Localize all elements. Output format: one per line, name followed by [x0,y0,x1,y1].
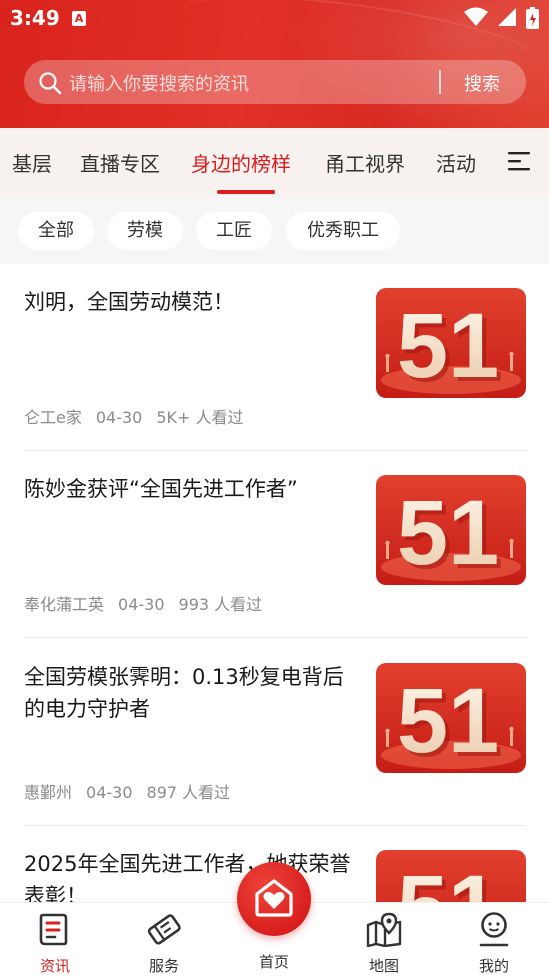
article-meta: 奉化蒲工英 04-30 993 人看过 [24,591,276,615]
tab-vision[interactable]: 甬工视界 [325,148,405,177]
article-date: 04-30 [95,408,143,427]
poster-51-image: 5151 [376,850,526,904]
article-thumbnail: 5151 [376,663,526,773]
category-tabs: 基层 直播专区 身边的榜样 甬工视界 活动 [0,128,549,196]
nav-mine-label: 我的 [478,957,509,975]
search-input[interactable]: 请输入你要搜索的资讯 [69,70,249,96]
search-button[interactable]: 搜索 [464,70,500,96]
tab-live[interactable]: 直播专区 [80,148,160,177]
filter-model-workers[interactable]: 劳模 [107,212,183,250]
article-source: 惠鄞州 [24,783,73,802]
svg-text:51: 51 [397,482,499,584]
service-icon [147,914,181,945]
nav-service-label: 服务 [148,957,179,975]
article-meta: 仑工e家 04-30 5K+ 人看过 [24,404,258,428]
article-title: 陈妙金获评“全国先进工作者” [24,477,298,501]
active-tab-indicator [217,190,275,194]
article-title: 刘明，全国劳动模范！ [24,290,234,314]
article-source: 奉化蒲工英 [24,595,105,614]
nav-service[interactable]: 服务 [129,911,199,976]
article-views: 5K+ 人看过 [156,408,244,427]
tab-role-models[interactable]: 身边的榜样 [191,148,291,177]
article-thumbnail: 5151 [376,288,526,398]
menu-icon[interactable] [508,151,532,171]
search-divider [439,70,441,94]
nav-news[interactable]: 资讯 [20,911,90,976]
nav-map[interactable]: 地图 [349,911,419,976]
svg-text:51: 51 [397,857,499,904]
notification-icon: A [72,11,86,26]
search-icon [39,72,62,95]
article-item[interactable]: 陈妙金获评“全国先进工作者” 奉化蒲工英 04-30 993 人看过 51 51 [0,451,549,638]
nav-news-label: 资讯 [39,957,70,975]
status-bar: 3:49 A [0,0,549,38]
filter-craftsmen[interactable]: 工匠 [196,212,272,250]
home-button[interactable] [237,862,311,936]
article-date: 04-30 [86,783,133,802]
article-meta: 惠鄞州 04-30 897 人看过 [24,779,244,803]
search-bar[interactable]: 请输入你要搜索的资讯 搜索 [24,60,526,104]
nav-home-label: 首页 [258,953,289,971]
nav-mine[interactable]: 我的 [459,911,529,976]
signal-icon [497,8,516,26]
wifi-icon [463,7,488,26]
nav-map-label: 地图 [368,957,399,975]
filter-all[interactable]: 全部 [18,212,94,250]
tab-grassroots[interactable]: 基层 [12,148,52,177]
article-views: 993 人看过 [178,595,263,614]
svg-text:51: 51 [397,295,499,397]
news-icon [39,913,68,946]
article-date: 04-30 [118,595,165,614]
tab-activities[interactable]: 活动 [436,148,476,177]
article-item[interactable]: 刘明，全国劳动模范！ 仑工e家 04-30 5K+ 人看过 51 51 [0,264,549,451]
svg-text:51: 51 [397,670,499,772]
filter-outstanding-workers[interactable]: 优秀职工 [286,212,400,250]
map-icon [366,912,402,948]
filter-chips: 全部 劳模 工匠 优秀职工 [0,196,549,264]
article-source: 仑工e家 [24,408,82,427]
article-thumbnail: 5151 [376,850,526,904]
article-thumbnail: 5151 [376,475,526,585]
poster-51-image: 5151 [376,663,526,773]
system-icons [460,7,539,29]
article-views: 897 人看过 [146,783,231,802]
article-item[interactable]: 全国劳模张霁明：0.13秒复电背后的电力守护者 惠鄞州 04-30 897 人看过 … [0,639,549,826]
article-list: 刘明，全国劳动模范！ 仑工e家 04-30 5K+ 人看过 51 51 陈妙金获评“全… [0,264,549,904]
article-title: 全国劳模张霁明：0.13秒复电背后的电力守护者 [24,665,344,721]
home-heart-icon [255,879,293,917]
battery-icon [526,7,539,29]
poster-51-image: 5151 [376,475,526,585]
profile-icon [479,912,509,947]
app-header: 3:49 A 请输入你要搜索的资讯 搜索 [0,0,549,128]
status-time: 3:49 [10,6,60,30]
divider [24,637,526,638]
poster-51-image: 5151 [376,288,526,398]
